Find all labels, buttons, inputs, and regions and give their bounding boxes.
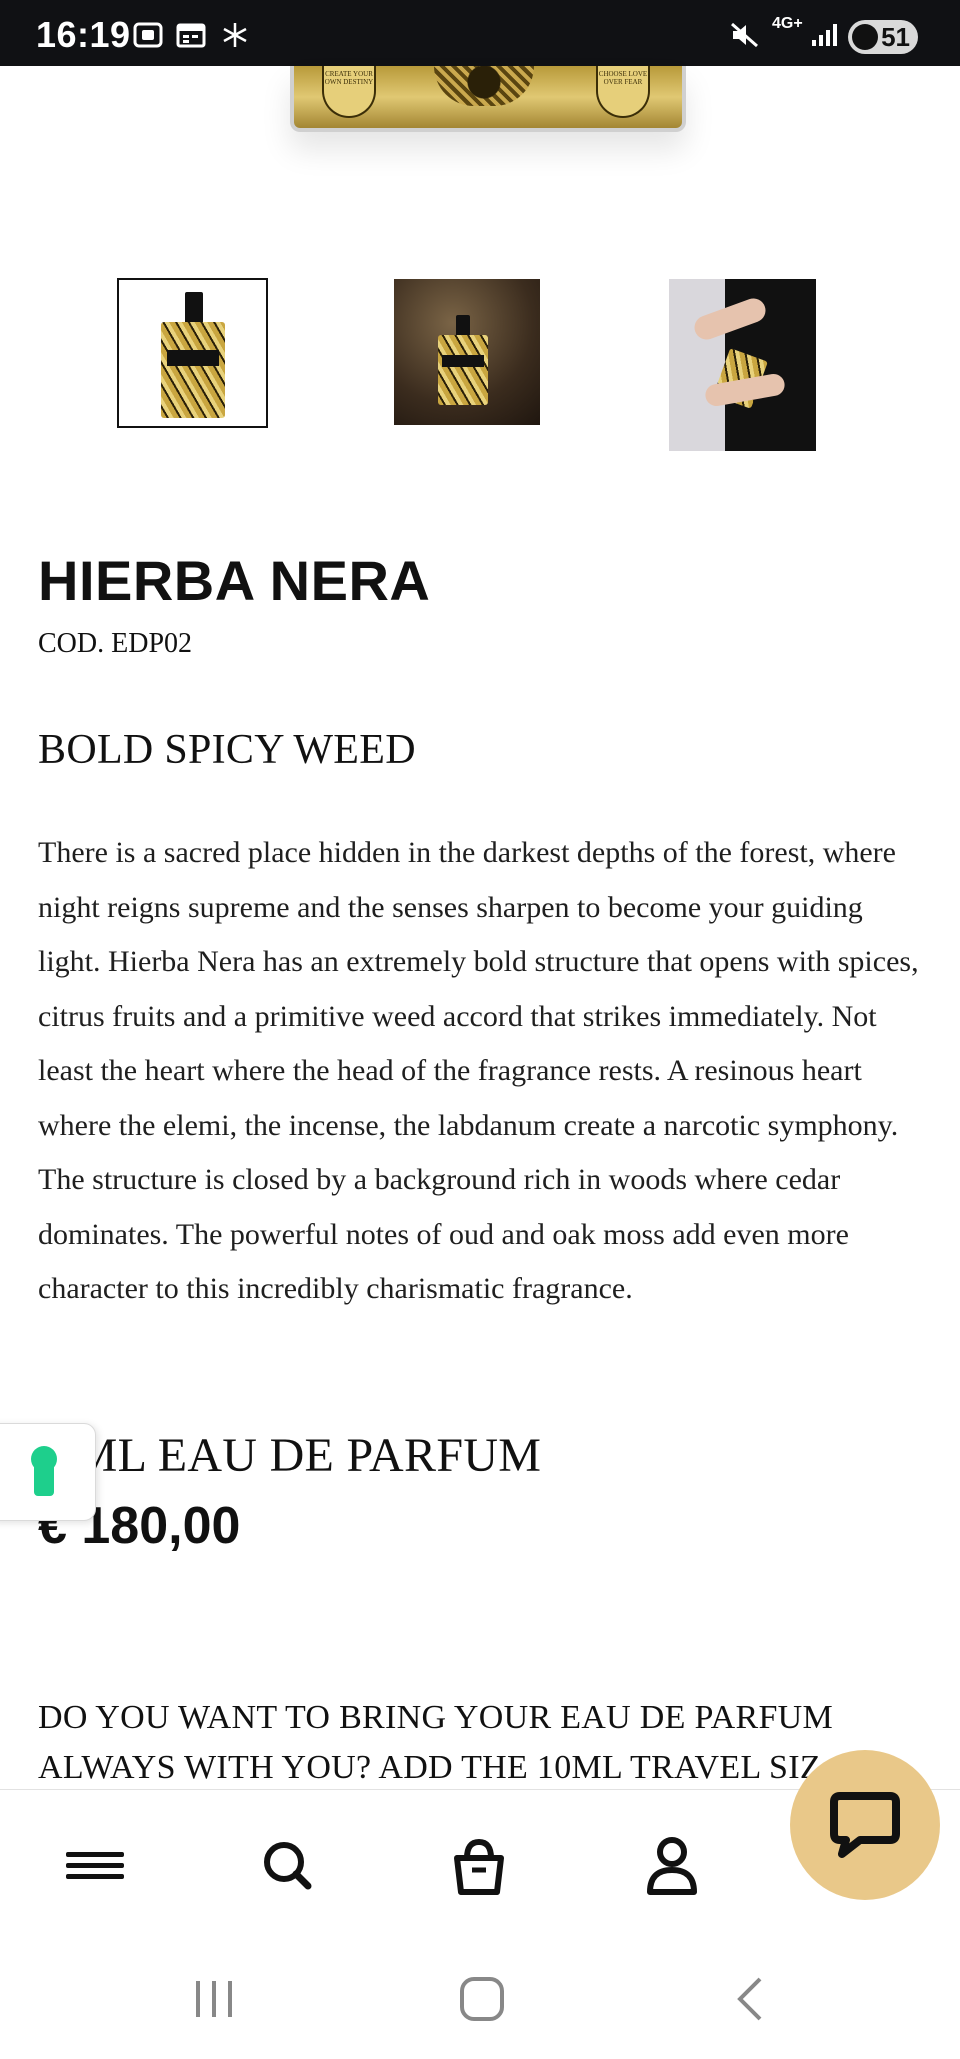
menu-icon[interactable] [58,1830,128,1900]
hero-panel-left: CREATE YOUR OWN DESTINY [322,66,376,118]
signal-icon [812,24,837,46]
back-icon[interactable] [722,1969,782,2029]
product-hero-image: CREATE YOUR OWN DESTINY CHOOSE LOVE OVER… [290,66,686,132]
home-icon[interactable] [452,1969,512,2029]
thumbnail-bottle-scene[interactable] [394,279,540,425]
account-icon[interactable] [637,1830,707,1900]
calendar-icon [176,23,206,48]
hero-panel-right: CHOOSE LOVE OVER FEAR [596,66,650,118]
status-bar: 16:19 4G+ 51 [0,0,960,66]
product-code: COD. EDP02 [38,628,193,659]
product-size: 0 ML EAU DE PARFUM [38,1429,542,1482]
thumbnail-bottle-in-hands[interactable] [669,279,816,451]
chat-bubble-icon [830,1792,900,1858]
product-subtitle: BOLD SPICY WEED [38,727,416,773]
hero-ornament [434,66,534,106]
basket-icon[interactable] [444,1830,514,1900]
product-description: There is a sacred place hidden in the da… [38,836,919,1305]
status-time: 16:19 [36,14,131,55]
chat-button[interactable] [790,1750,940,1900]
network-type: 4G+ [772,15,803,32]
hand-image [691,295,769,343]
product-title: HIERBA NERA [38,549,431,612]
system-navigation-bar [0,1939,960,2059]
power-saving-icon [852,24,878,50]
battery-icon: 51 [848,20,918,54]
battery-level: 51 [881,22,910,52]
screenshot-icon [133,22,163,48]
search-icon[interactable] [252,1830,322,1900]
privacy-settings-tab[interactable] [0,1423,96,1521]
travel-size-prompt: DO YOU WANT TO BRING YOUR EAU DE PARFUM … [38,1699,834,1786]
mute-icon [731,22,758,48]
recent-apps-icon[interactable] [184,1969,244,2029]
thumbnail-bottle-front[interactable] [117,278,268,428]
snowflake-icon [223,23,247,47]
